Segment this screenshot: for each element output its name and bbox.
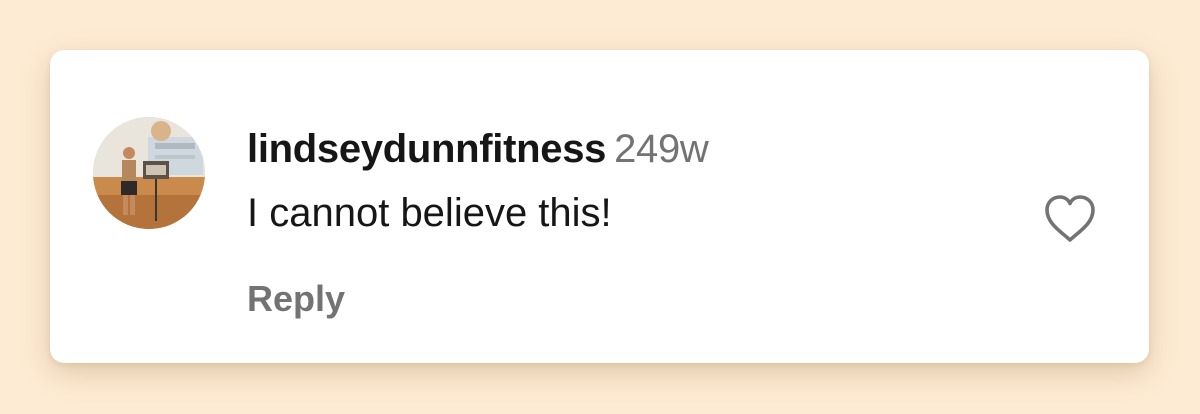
comment-text: I cannot believe this!: [247, 191, 612, 235]
comment-timestamp[interactable]: 249w: [614, 127, 709, 171]
avatar[interactable]: [93, 117, 205, 229]
avatar-photo: [93, 117, 205, 229]
comment-card: lindseydunnfitness 249w I cannot believe …: [50, 50, 1149, 363]
like-button[interactable]: [1040, 191, 1100, 247]
comment-header: lindseydunnfitness 249w: [247, 127, 709, 172]
username-link[interactable]: lindseydunnfitness: [247, 127, 606, 171]
heart-outline-icon: [1045, 195, 1095, 242]
reply-button[interactable]: Reply: [247, 278, 345, 320]
